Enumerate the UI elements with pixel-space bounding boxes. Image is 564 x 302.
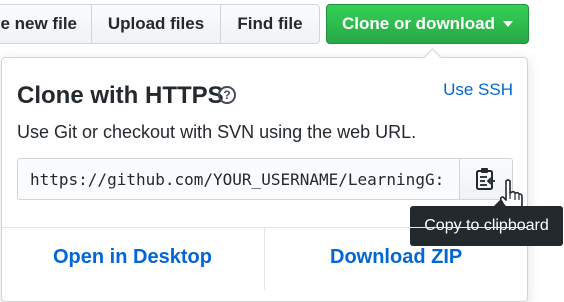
create-new-file-button[interactable]: e new file xyxy=(0,4,92,44)
clone-panel-title: Clone with HTTPS xyxy=(17,82,224,109)
clone-or-download-button[interactable]: Clone or download xyxy=(326,4,529,44)
copy-tooltip: Copy to clipboard xyxy=(410,200,563,246)
find-file-label: Find file xyxy=(237,14,303,33)
upload-files-button[interactable]: Upload files xyxy=(91,4,221,44)
open-in-desktop-link[interactable]: Open in Desktop xyxy=(53,246,212,269)
clone-or-download-label: Clone or download xyxy=(342,14,495,33)
use-ssh-link[interactable]: Use SSH xyxy=(443,80,513,100)
copy-tooltip-label: Copy to clipboard xyxy=(424,217,549,234)
panel-divider-vertical xyxy=(264,228,265,290)
download-zip-link[interactable]: Download ZIP xyxy=(330,246,462,269)
caret-down-icon xyxy=(503,21,513,27)
upload-files-label: Upload files xyxy=(107,14,205,33)
clipboard-icon xyxy=(476,168,495,190)
clone-url-input[interactable] xyxy=(17,158,460,200)
question-circle-icon[interactable]: ? xyxy=(218,86,236,104)
create-new-file-label: e new file xyxy=(0,14,77,33)
clone-description: Use Git or checkout with SVN using the w… xyxy=(17,122,417,142)
find-file-button[interactable]: Find file xyxy=(220,4,320,44)
